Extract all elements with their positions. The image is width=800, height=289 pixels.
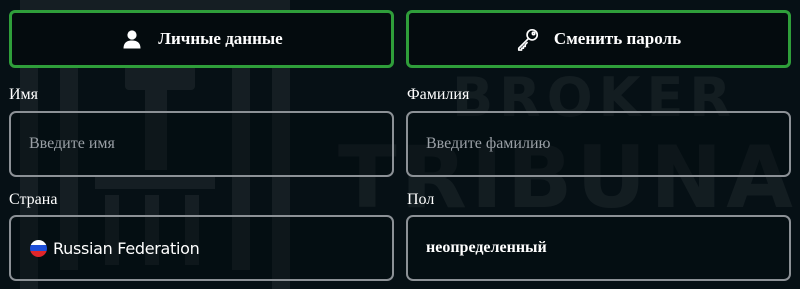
first-name-field[interactable] [9,111,394,177]
personal-data-label: Личные данные [158,29,283,48]
first-name-label: Имя [9,86,39,103]
personal-data-button[interactable]: Личные данные [9,10,394,68]
gender-label: Пол [407,191,435,208]
gender-select[interactable]: неопределенный [406,215,791,281]
last-name-label: Фамилия [407,86,470,103]
last-name-field[interactable] [406,111,791,177]
change-password-label: Сменить пароль [553,29,682,48]
russia-flag-icon [30,239,47,257]
country-select[interactable]: Russian Federation [9,215,394,281]
country-label: Страна [9,191,58,208]
last-name-input[interactable] [426,113,789,175]
first-name-input[interactable] [29,113,392,175]
user-icon [120,27,144,51]
gender-value: неопределенный [426,239,547,256]
country-value: Russian Federation [53,238,200,258]
key-icon [516,27,540,51]
change-password-button[interactable]: Сменить пароль [406,10,791,68]
